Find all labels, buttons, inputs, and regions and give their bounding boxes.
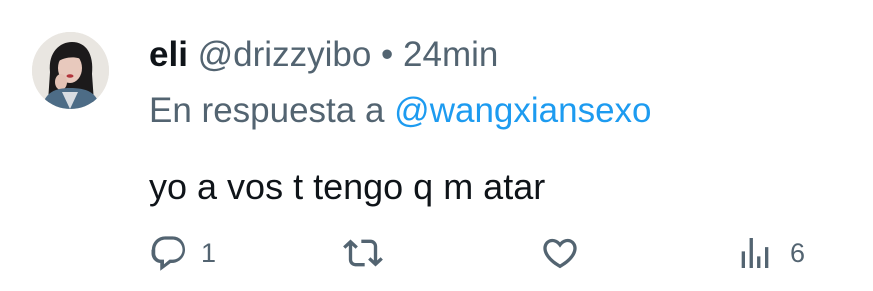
reply-mention-link[interactable]: @wangxiansexo <box>394 91 651 130</box>
views-button[interactable]: 6 <box>735 233 805 273</box>
reply-count: 1 <box>201 238 217 268</box>
reply-icon <box>149 233 189 273</box>
reply-button[interactable]: 1 <box>149 233 216 273</box>
reply-context: En respuesta a @wangxiansexo <box>149 89 652 133</box>
tweet-card[interactable]: eli @drizzyibo • 24min En respuesta a @w… <box>0 0 873 291</box>
tweet-text: yo a vos t tengo q m atar <box>149 166 546 207</box>
author-name[interactable]: eli <box>149 35 188 74</box>
heart-icon <box>540 233 580 273</box>
avatar-image <box>32 32 109 109</box>
tweet-header: eli @drizzyibo • 24min <box>149 33 498 77</box>
reply-prefix: En respuesta a <box>149 91 385 130</box>
views-icon <box>735 233 775 273</box>
retweet-icon <box>343 233 383 273</box>
views-count: 6 <box>790 238 806 268</box>
author-handle[interactable]: @drizzyibo <box>198 35 372 74</box>
separator-dot: • <box>381 35 394 74</box>
avatar[interactable] <box>32 32 109 109</box>
like-button[interactable] <box>540 233 592 273</box>
retweet-button[interactable] <box>343 233 395 273</box>
timestamp[interactable]: 24min <box>403 35 498 74</box>
